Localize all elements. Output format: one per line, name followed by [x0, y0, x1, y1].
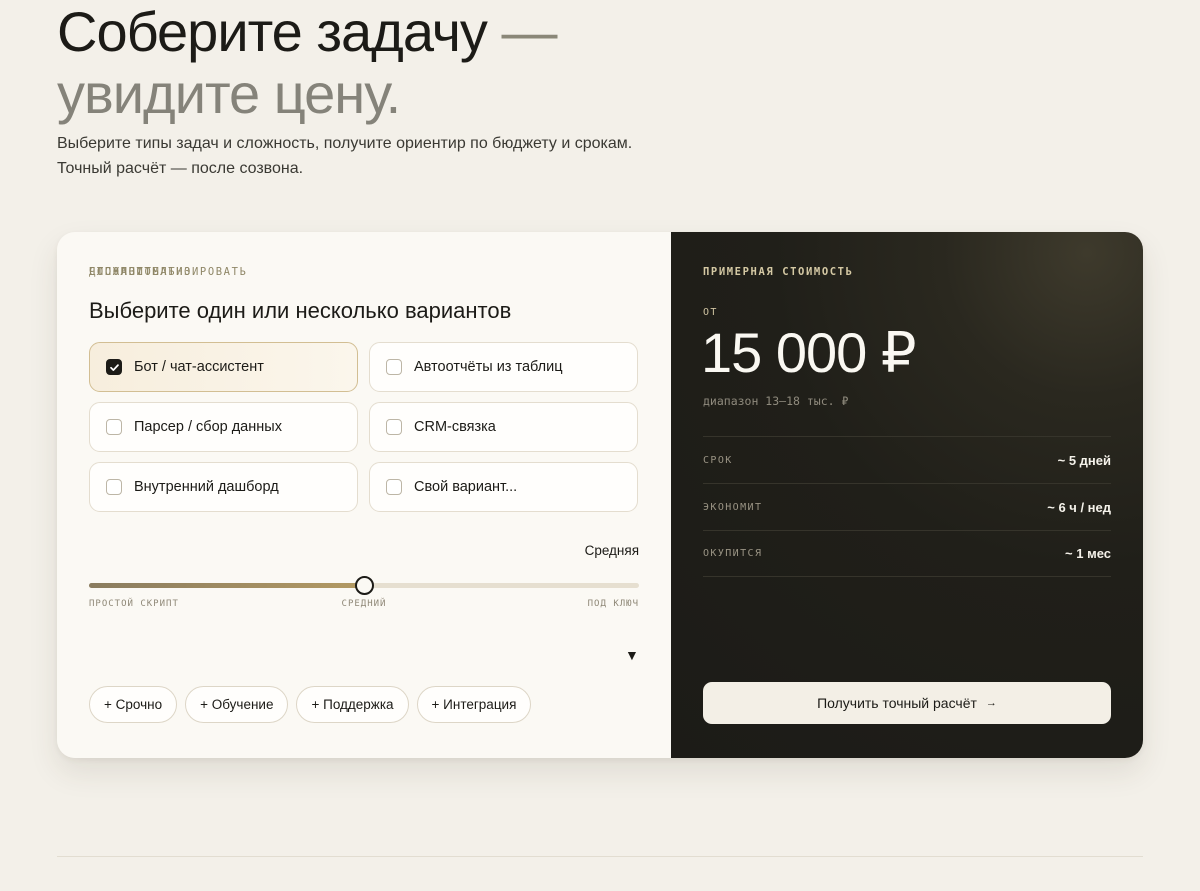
task-builder: ЧТО АВТОМАТИЗИРОВАТЬ Выберите один или н… [57, 232, 671, 758]
estimate-panel: ПРИМЕРНАЯ СТОИМОСТЬ ОТ 15 000 ₽ диапазон… [671, 232, 1143, 758]
checkbox[interactable] [106, 479, 122, 495]
slider-handle[interactable] [355, 576, 374, 595]
stat-key: СРОК [703, 454, 733, 466]
checkbox[interactable] [386, 359, 402, 375]
collapse-triangle-icon[interactable]: ▼ [625, 648, 639, 662]
task-option[interactable]: Свой вариант... [369, 462, 638, 512]
price-from-label: ОТ [703, 307, 718, 318]
task-option-label: Внутренний дашборд [134, 479, 279, 495]
get-exact-quote-button[interactable]: Получить точный расчёт → [703, 682, 1111, 724]
hero-title-line1: Соберите задачу [57, 0, 488, 63]
task-option-label: Автоотчёты из таблиц [414, 359, 563, 375]
section-divider [57, 856, 1143, 857]
task-option-label: Парсер / сбор данных [134, 419, 282, 435]
task-option-label: Свой вариант... [414, 479, 518, 495]
extras-label: ДОПОЛНИТЕЛЬНО [89, 266, 192, 278]
price-value: 15 000 ₽ [701, 321, 916, 384]
stat-value: ~ 6 ч / нед [1047, 499, 1111, 515]
estimate-stats: СРОК ~ 5 дней ЭКОНОМИТ ~ 6 ч / нед ОКУПИ… [703, 436, 1111, 577]
checkbox[interactable] [106, 419, 122, 435]
extra-chip-integration[interactable]: + Интеграция [416, 686, 532, 723]
stat-row-term: СРОК ~ 5 дней [703, 436, 1111, 483]
hero-title: Соберите задачу — увидите цену. [57, 0, 557, 125]
difficulty-scale: ПРОСТОЙ СКРИПТ СРЕДНИЙ ПОД КЛЮЧ [89, 599, 639, 611]
scale-label-max: ПОД КЛЮЧ [587, 599, 639, 609]
stat-row-saves: ЭКОНОМИТ ~ 6 ч / нед [703, 483, 1111, 530]
difficulty-value: Средняя [584, 543, 639, 558]
task-option-label: CRM-связка [414, 419, 496, 435]
checkbox[interactable] [386, 479, 402, 495]
task-option[interactable]: Внутренний дашборд [89, 462, 358, 512]
stat-value: ~ 5 дней [1057, 452, 1111, 468]
extra-chip-support[interactable]: + Поддержка [296, 686, 409, 723]
task-option[interactable]: Бот / чат-ассистент [89, 342, 358, 392]
cta-label: Получить точный расчёт [817, 695, 977, 711]
extras-chips: + Срочно + Обучение + Поддержка + Интегр… [89, 686, 532, 723]
arrow-right-icon: → [985, 697, 997, 709]
price-calculator-card: ЧТО АВТОМАТИЗИРОВАТЬ Выберите один или н… [57, 232, 1143, 758]
stat-key: ОКУПИТСЯ [703, 548, 763, 559]
stat-value: ~ 1 мес [1065, 546, 1111, 561]
task-options: Бот / чат-ассистент Автоотчёты из таблиц… [89, 342, 639, 512]
task-option[interactable]: Автоотчёты из таблиц [369, 342, 638, 392]
stat-key: ЭКОНОМИТ [703, 501, 763, 513]
difficulty-slider[interactable] [89, 576, 639, 595]
stat-row-payback: ОКУПИТСЯ ~ 1 мес [703, 530, 1111, 577]
scale-label-mid: СРЕДНИЙ [341, 599, 387, 609]
checkbox-checked[interactable] [106, 359, 122, 375]
price-range: диапазон 13–18 тыс. ₽ [703, 394, 849, 408]
task-option-label: Бот / чат-ассистент [134, 359, 264, 375]
scale-label-min: ПРОСТОЙ СКРИПТ [89, 599, 179, 609]
extra-chip-training[interactable]: + Обучение [185, 686, 289, 723]
task-option[interactable]: CRM-связка [369, 402, 638, 452]
estimate-eyebrow: ПРИМЕРНАЯ СТОИМОСТЬ [703, 266, 854, 278]
checkbox[interactable] [386, 419, 402, 435]
hero-lead: Выберите типы задач и сложность, получит… [57, 135, 633, 177]
task-option[interactable]: Парсер / сбор данных [89, 402, 358, 452]
builder-question: Выберите один или несколько вариантов [89, 298, 512, 323]
slider-fill [89, 583, 364, 588]
extra-chip-urgent[interactable]: + Срочно [89, 686, 178, 723]
hero-title-dash: — [501, 0, 557, 63]
hero-title-line2: увидите цену. [57, 62, 401, 125]
